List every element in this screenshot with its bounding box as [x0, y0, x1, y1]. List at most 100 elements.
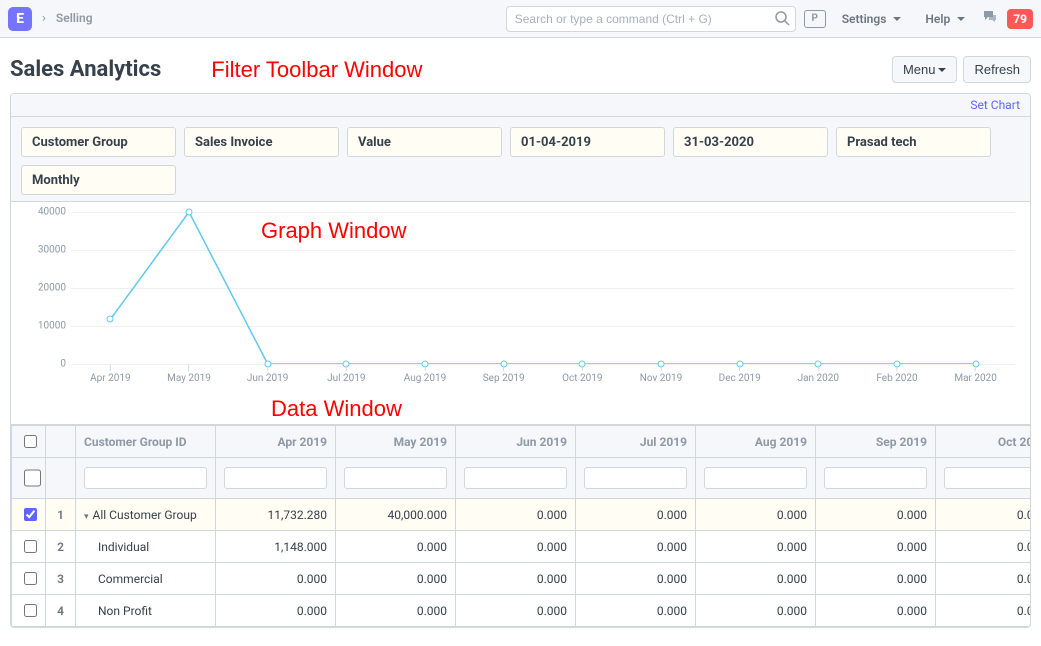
- column-header[interactable]: May 2019: [336, 426, 456, 458]
- data-cell: 0.000: [816, 595, 936, 627]
- y-tick: 0: [21, 359, 66, 370]
- column-header[interactable]: Aug 2019: [696, 426, 816, 458]
- data-cell: 0.000: [576, 499, 696, 531]
- filter-field-4[interactable]: 31-03-2020: [673, 127, 828, 157]
- data-cell: 11,732.280: [216, 499, 336, 531]
- column-filter-input[interactable]: [464, 467, 567, 489]
- data-cell: 0.000: [456, 499, 576, 531]
- column-header[interactable]: Oct 2019: [936, 426, 1031, 458]
- table-row[interactable]: 2Individual1,148.0000.0000.0000.0000.000…: [12, 531, 1031, 563]
- card-toolbar: Set Chart: [11, 94, 1030, 117]
- table-row[interactable]: 3Commercial0.0000.0000.0000.0000.0000.00…: [12, 563, 1031, 595]
- y-tick: 30000: [21, 245, 66, 256]
- breadcrumb-link-selling[interactable]: Selling: [56, 11, 93, 25]
- column-filter-input[interactable]: [944, 467, 1030, 489]
- x-tick: Mar 2020: [954, 365, 997, 384]
- breadcrumb: Selling: [56, 11, 93, 26]
- help-menu[interactable]: Help: [917, 6, 973, 32]
- x-tick: Oct 2019: [562, 365, 602, 384]
- x-tick: Jul 2019: [327, 365, 365, 384]
- column-filter-input[interactable]: [584, 467, 687, 489]
- chat-icon[interactable]: [981, 8, 999, 30]
- data-cell: 0.000: [336, 563, 456, 595]
- x-tick: Jan 2020: [798, 365, 839, 384]
- data-table: Customer Group IDApr 2019May 2019Jun 201…: [11, 425, 1030, 627]
- filter-row-checkbox[interactable]: [24, 467, 41, 489]
- filter-field-1[interactable]: Sales Invoice: [184, 127, 339, 157]
- top-navbar: E › Selling P Settings Help 79: [0, 0, 1041, 38]
- column-filter-input[interactable]: [344, 467, 447, 489]
- data-table-wrap: Customer Group IDApr 2019May 2019Jun 201…: [11, 424, 1030, 627]
- y-tick: 10000: [21, 321, 66, 332]
- column-filter-input[interactable]: [704, 467, 807, 489]
- row-id-cell: Individual: [76, 531, 216, 563]
- chart-point[interactable]: [186, 209, 193, 216]
- search-icon: [774, 10, 790, 30]
- keyboard-shortcut-icon[interactable]: P: [804, 10, 826, 28]
- data-cell: 1,148.000: [216, 531, 336, 563]
- data-cell: 0.000: [936, 531, 1031, 563]
- column-header[interactable]: Jun 2019: [456, 426, 576, 458]
- refresh-button[interactable]: Refresh: [963, 56, 1031, 83]
- app-logo[interactable]: E: [8, 7, 32, 31]
- table-row[interactable]: 4Non Profit0.0000.0000.0000.0000.0000.00…: [12, 595, 1031, 627]
- chart-point[interactable]: [107, 316, 114, 323]
- filter-field-0[interactable]: Customer Group: [21, 127, 176, 157]
- column-header[interactable]: Sep 2019: [816, 426, 936, 458]
- settings-menu[interactable]: Settings: [834, 6, 910, 32]
- row-checkbox[interactable]: [24, 540, 37, 553]
- row-checkbox[interactable]: [24, 604, 37, 617]
- data-cell: 0.000: [576, 531, 696, 563]
- filter-field-5[interactable]: Prasad tech: [836, 127, 991, 157]
- row-checkbox[interactable]: [24, 508, 37, 521]
- breadcrumb-separator: ›: [42, 11, 46, 26]
- page-title: Sales Analytics: [10, 57, 161, 82]
- filter-field-6[interactable]: Monthly: [21, 165, 176, 195]
- chevron-down-icon[interactable]: ▾: [84, 512, 89, 522]
- data-cell: 0.000: [456, 595, 576, 627]
- data-cell: 40,000.000: [336, 499, 456, 531]
- notification-badge[interactable]: 79: [1007, 9, 1033, 29]
- filter-field-3[interactable]: 01-04-2019: [510, 127, 665, 157]
- line-chart[interactable]: 010000200003000040000Apr 2019May 2019Jun…: [71, 212, 1015, 392]
- x-tick: Feb 2020: [876, 365, 917, 384]
- row-id-cell: Non Profit: [76, 595, 216, 627]
- row-id-cell: ▾All Customer Group: [76, 499, 216, 531]
- data-cell: 0.000: [936, 595, 1031, 627]
- data-cell: 0.000: [816, 531, 936, 563]
- data-cell: 0.000: [336, 595, 456, 627]
- annotation-filter: Filter Toolbar Window: [211, 57, 422, 83]
- report-card: Set Chart Customer Group Sales Invoice Val…: [10, 93, 1031, 628]
- column-filter-row: [12, 458, 1031, 499]
- data-cell: 0.000: [936, 563, 1031, 595]
- column-header[interactable]: Jul 2019: [576, 426, 696, 458]
- row-checkbox[interactable]: [24, 572, 37, 585]
- set-chart-link[interactable]: Set Chart: [970, 98, 1020, 112]
- x-tick: Apr 2019: [90, 365, 131, 384]
- data-cell: 0.000: [816, 563, 936, 595]
- data-cell: 0.000: [576, 595, 696, 627]
- column-header[interactable]: Customer Group ID: [76, 426, 216, 458]
- column-filter-input[interactable]: [84, 467, 207, 489]
- row-id-cell: Commercial: [76, 563, 216, 595]
- data-cell: 0.000: [696, 595, 816, 627]
- x-tick: Aug 2019: [404, 365, 447, 384]
- select-all-checkbox[interactable]: [24, 435, 37, 448]
- y-tick: 20000: [21, 283, 66, 294]
- table-row[interactable]: 1▾All Customer Group11,732.28040,000.000…: [12, 499, 1031, 531]
- chart-area: Graph Window 010000200003000040000Apr 20…: [11, 202, 1030, 392]
- data-cell: 0.000: [696, 563, 816, 595]
- data-cell: 0.000: [936, 499, 1031, 531]
- filter-field-2[interactable]: Value: [347, 127, 502, 157]
- data-cell: 0.000: [336, 531, 456, 563]
- column-filter-input[interactable]: [224, 467, 327, 489]
- data-cell: 0.000: [216, 595, 336, 627]
- column-filter-input[interactable]: [824, 467, 927, 489]
- search-input[interactable]: [506, 6, 796, 32]
- x-tick: May 2019: [167, 365, 211, 384]
- data-cell: 0.000: [216, 563, 336, 595]
- menu-button[interactable]: Menu: [892, 56, 958, 83]
- column-header[interactable]: Apr 2019: [216, 426, 336, 458]
- x-tick: Jun 2019: [247, 365, 289, 384]
- data-cell: 0.000: [816, 499, 936, 531]
